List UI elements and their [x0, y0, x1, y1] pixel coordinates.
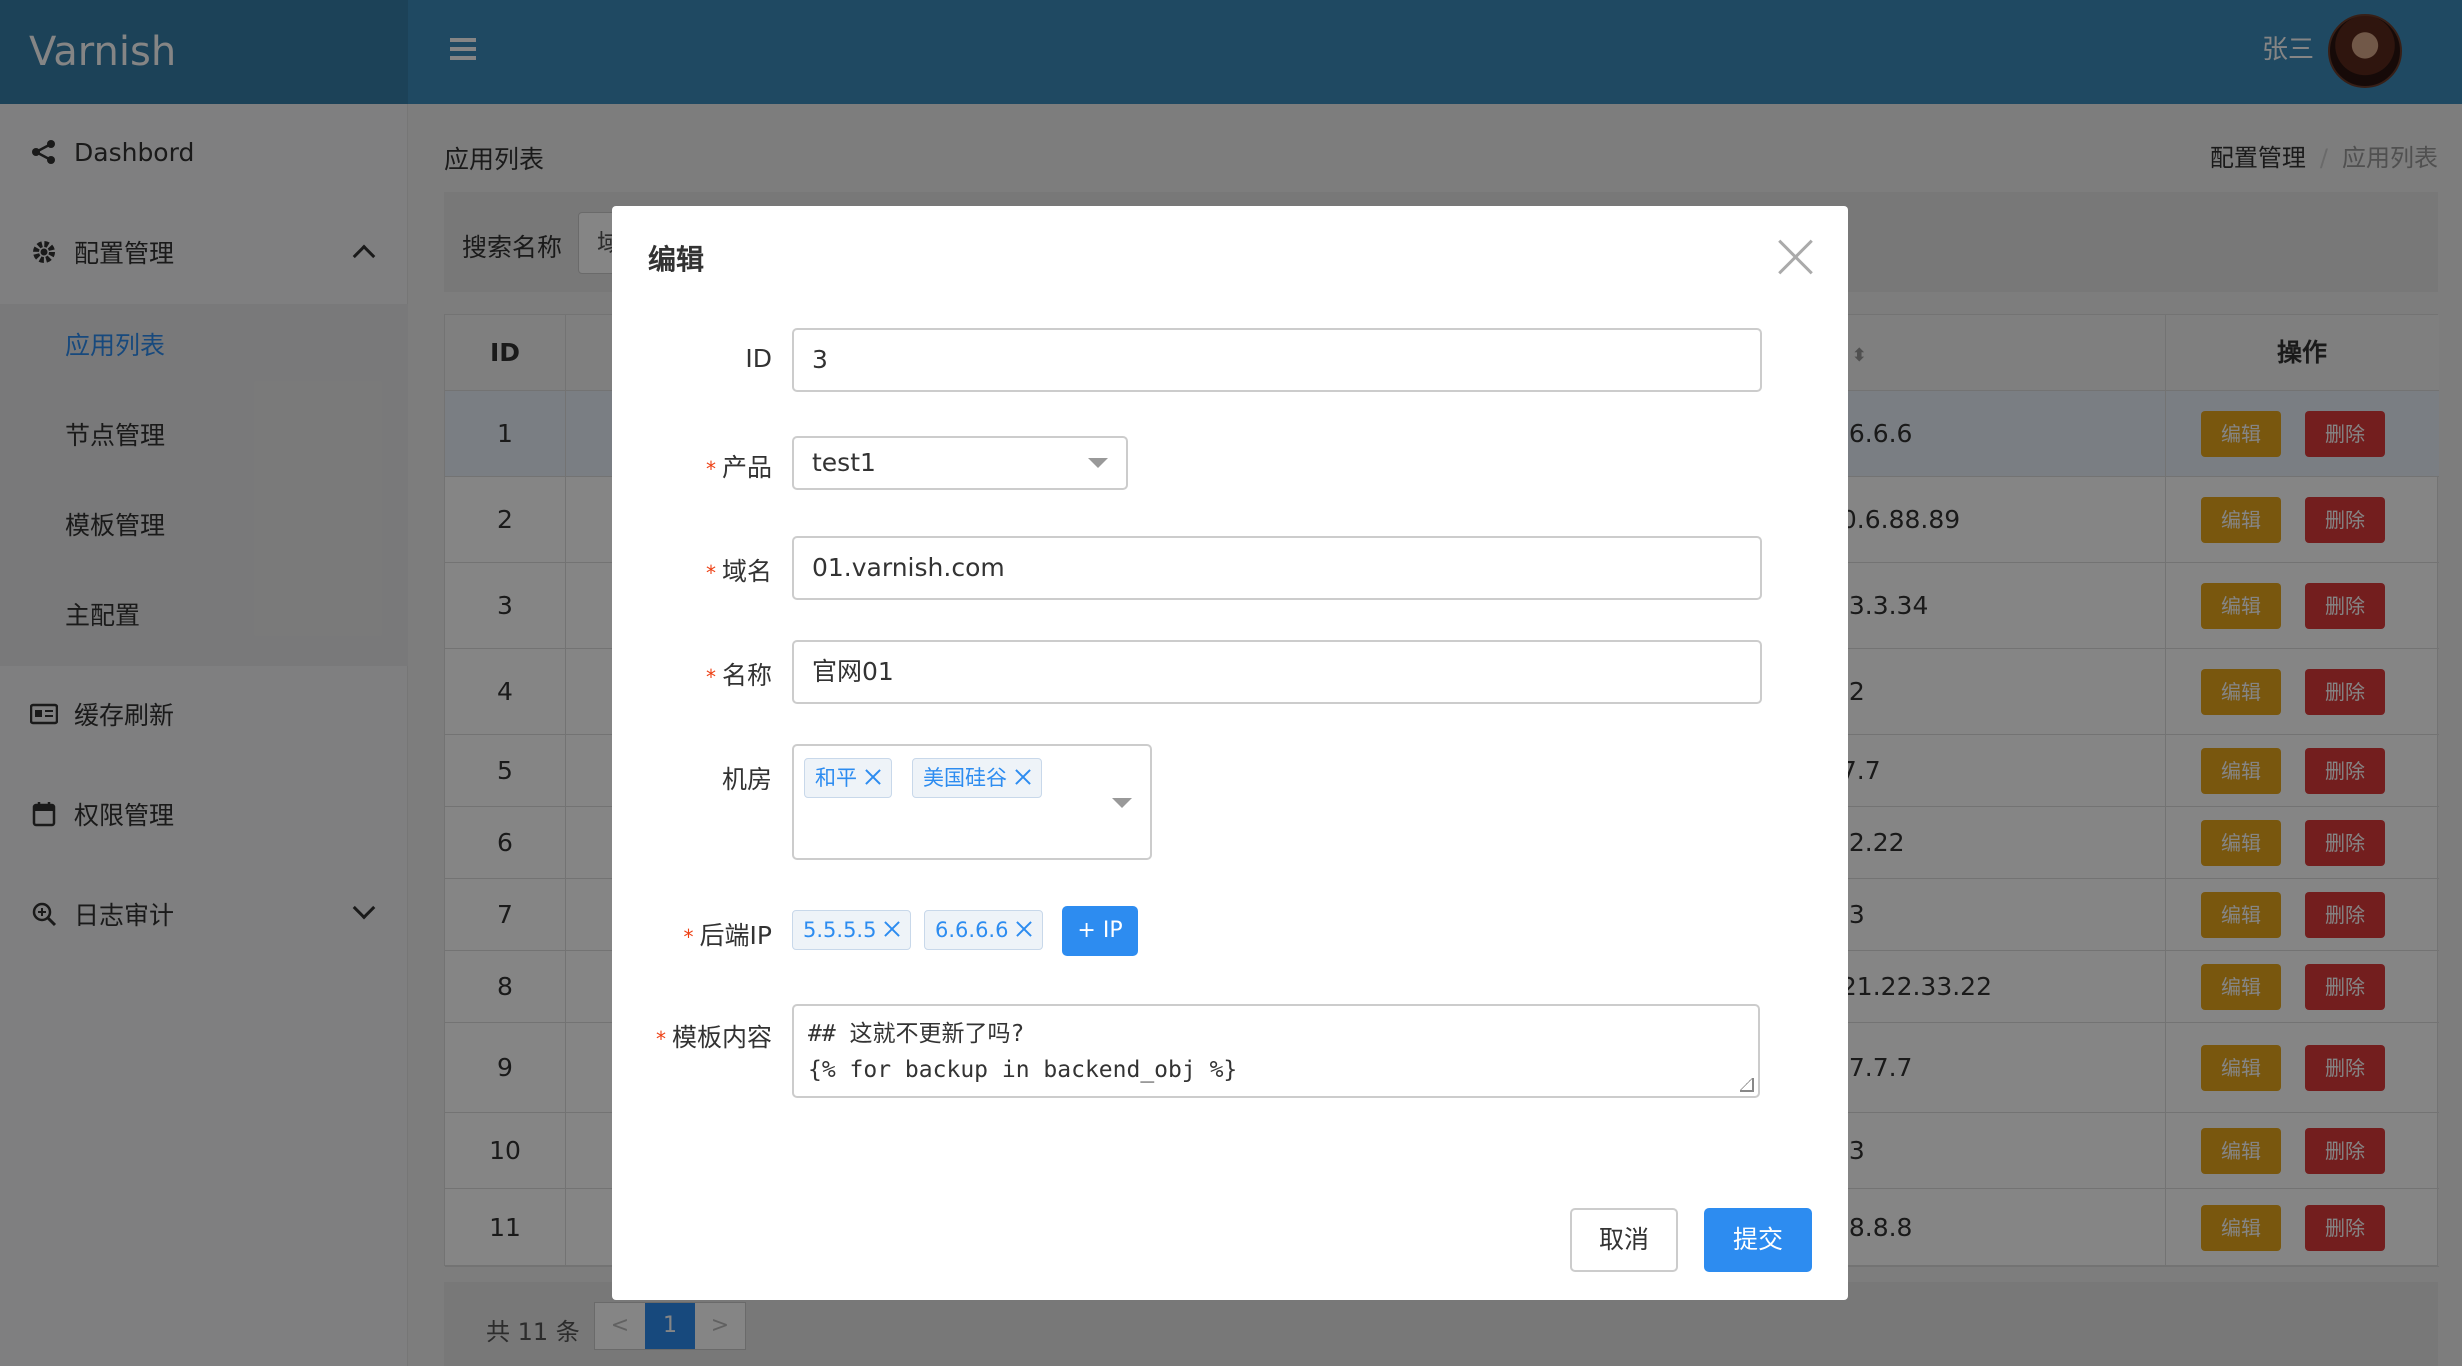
add-ip-button[interactable]: + IP: [1062, 906, 1138, 956]
product-label-text: 产品: [721, 453, 772, 482]
remove-tag-icon[interactable]: [1013, 767, 1033, 787]
remove-tag-icon[interactable]: [863, 767, 883, 787]
name-field[interactable]: 官网01: [792, 640, 1762, 704]
name-label: * 名称: [705, 661, 772, 690]
product-select[interactable]: test1: [792, 436, 1128, 490]
template-textarea[interactable]: ## 这就不更新了吗? {% for backup in backend_obj…: [792, 1004, 1760, 1098]
resize-handle[interactable]: [1740, 1078, 1754, 1092]
room-label-text: 机房: [721, 765, 772, 794]
product-select-value: test1: [812, 448, 876, 477]
room-tag: 和平: [804, 758, 892, 798]
room-tag: 美国硅谷: [912, 758, 1042, 798]
id-field[interactable]: 3: [792, 328, 1762, 392]
backend-ip-label: * 后端IP: [683, 921, 772, 950]
template-label: * 模板内容: [655, 1023, 772, 1052]
id-label: ID: [612, 344, 772, 373]
template-label-text: 模板内容: [671, 1023, 772, 1052]
id-label-text: ID: [745, 344, 772, 373]
edit-modal: 编辑 ID 3 * 产品 test1 * 域名 01.varnish.com * 名称…: [612, 206, 1848, 1300]
ip-tag: 6.6.6.6: [924, 910, 1044, 950]
template-textarea-value: ## 这就不更新了吗? {% for backup in backend_obj…: [808, 1021, 1238, 1083]
product-label: * 产品: [705, 453, 772, 482]
domain-label-text: 域名: [721, 557, 772, 586]
room-tag-label: 和平: [815, 766, 857, 790]
ip-tag: 5.5.5.5: [792, 910, 912, 950]
room-multiselect[interactable]: 和平 美国硅谷: [792, 744, 1152, 860]
room-tag-label: 美国硅谷: [923, 766, 1007, 790]
name-label-text: 名称: [721, 661, 772, 690]
domain-label: * 域名: [705, 557, 772, 586]
submit-button[interactable]: 提交: [1704, 1208, 1812, 1272]
modal-title: 编辑: [648, 243, 705, 276]
ip-tag-label: 6.6.6.6: [935, 918, 1009, 942]
domain-field[interactable]: 01.varnish.com: [792, 536, 1762, 600]
caret-down-icon: [1112, 798, 1132, 808]
room-label: 机房: [612, 760, 772, 796]
caret-down-icon: [1088, 458, 1108, 468]
remove-tag-icon[interactable]: [882, 919, 902, 939]
close-icon[interactable]: [1776, 238, 1814, 276]
remove-tag-icon[interactable]: [1014, 919, 1034, 939]
ip-tag-label: 5.5.5.5: [803, 918, 877, 942]
backend-ip-label-text: 后端IP: [699, 921, 772, 950]
cancel-button[interactable]: 取消: [1570, 1208, 1678, 1272]
